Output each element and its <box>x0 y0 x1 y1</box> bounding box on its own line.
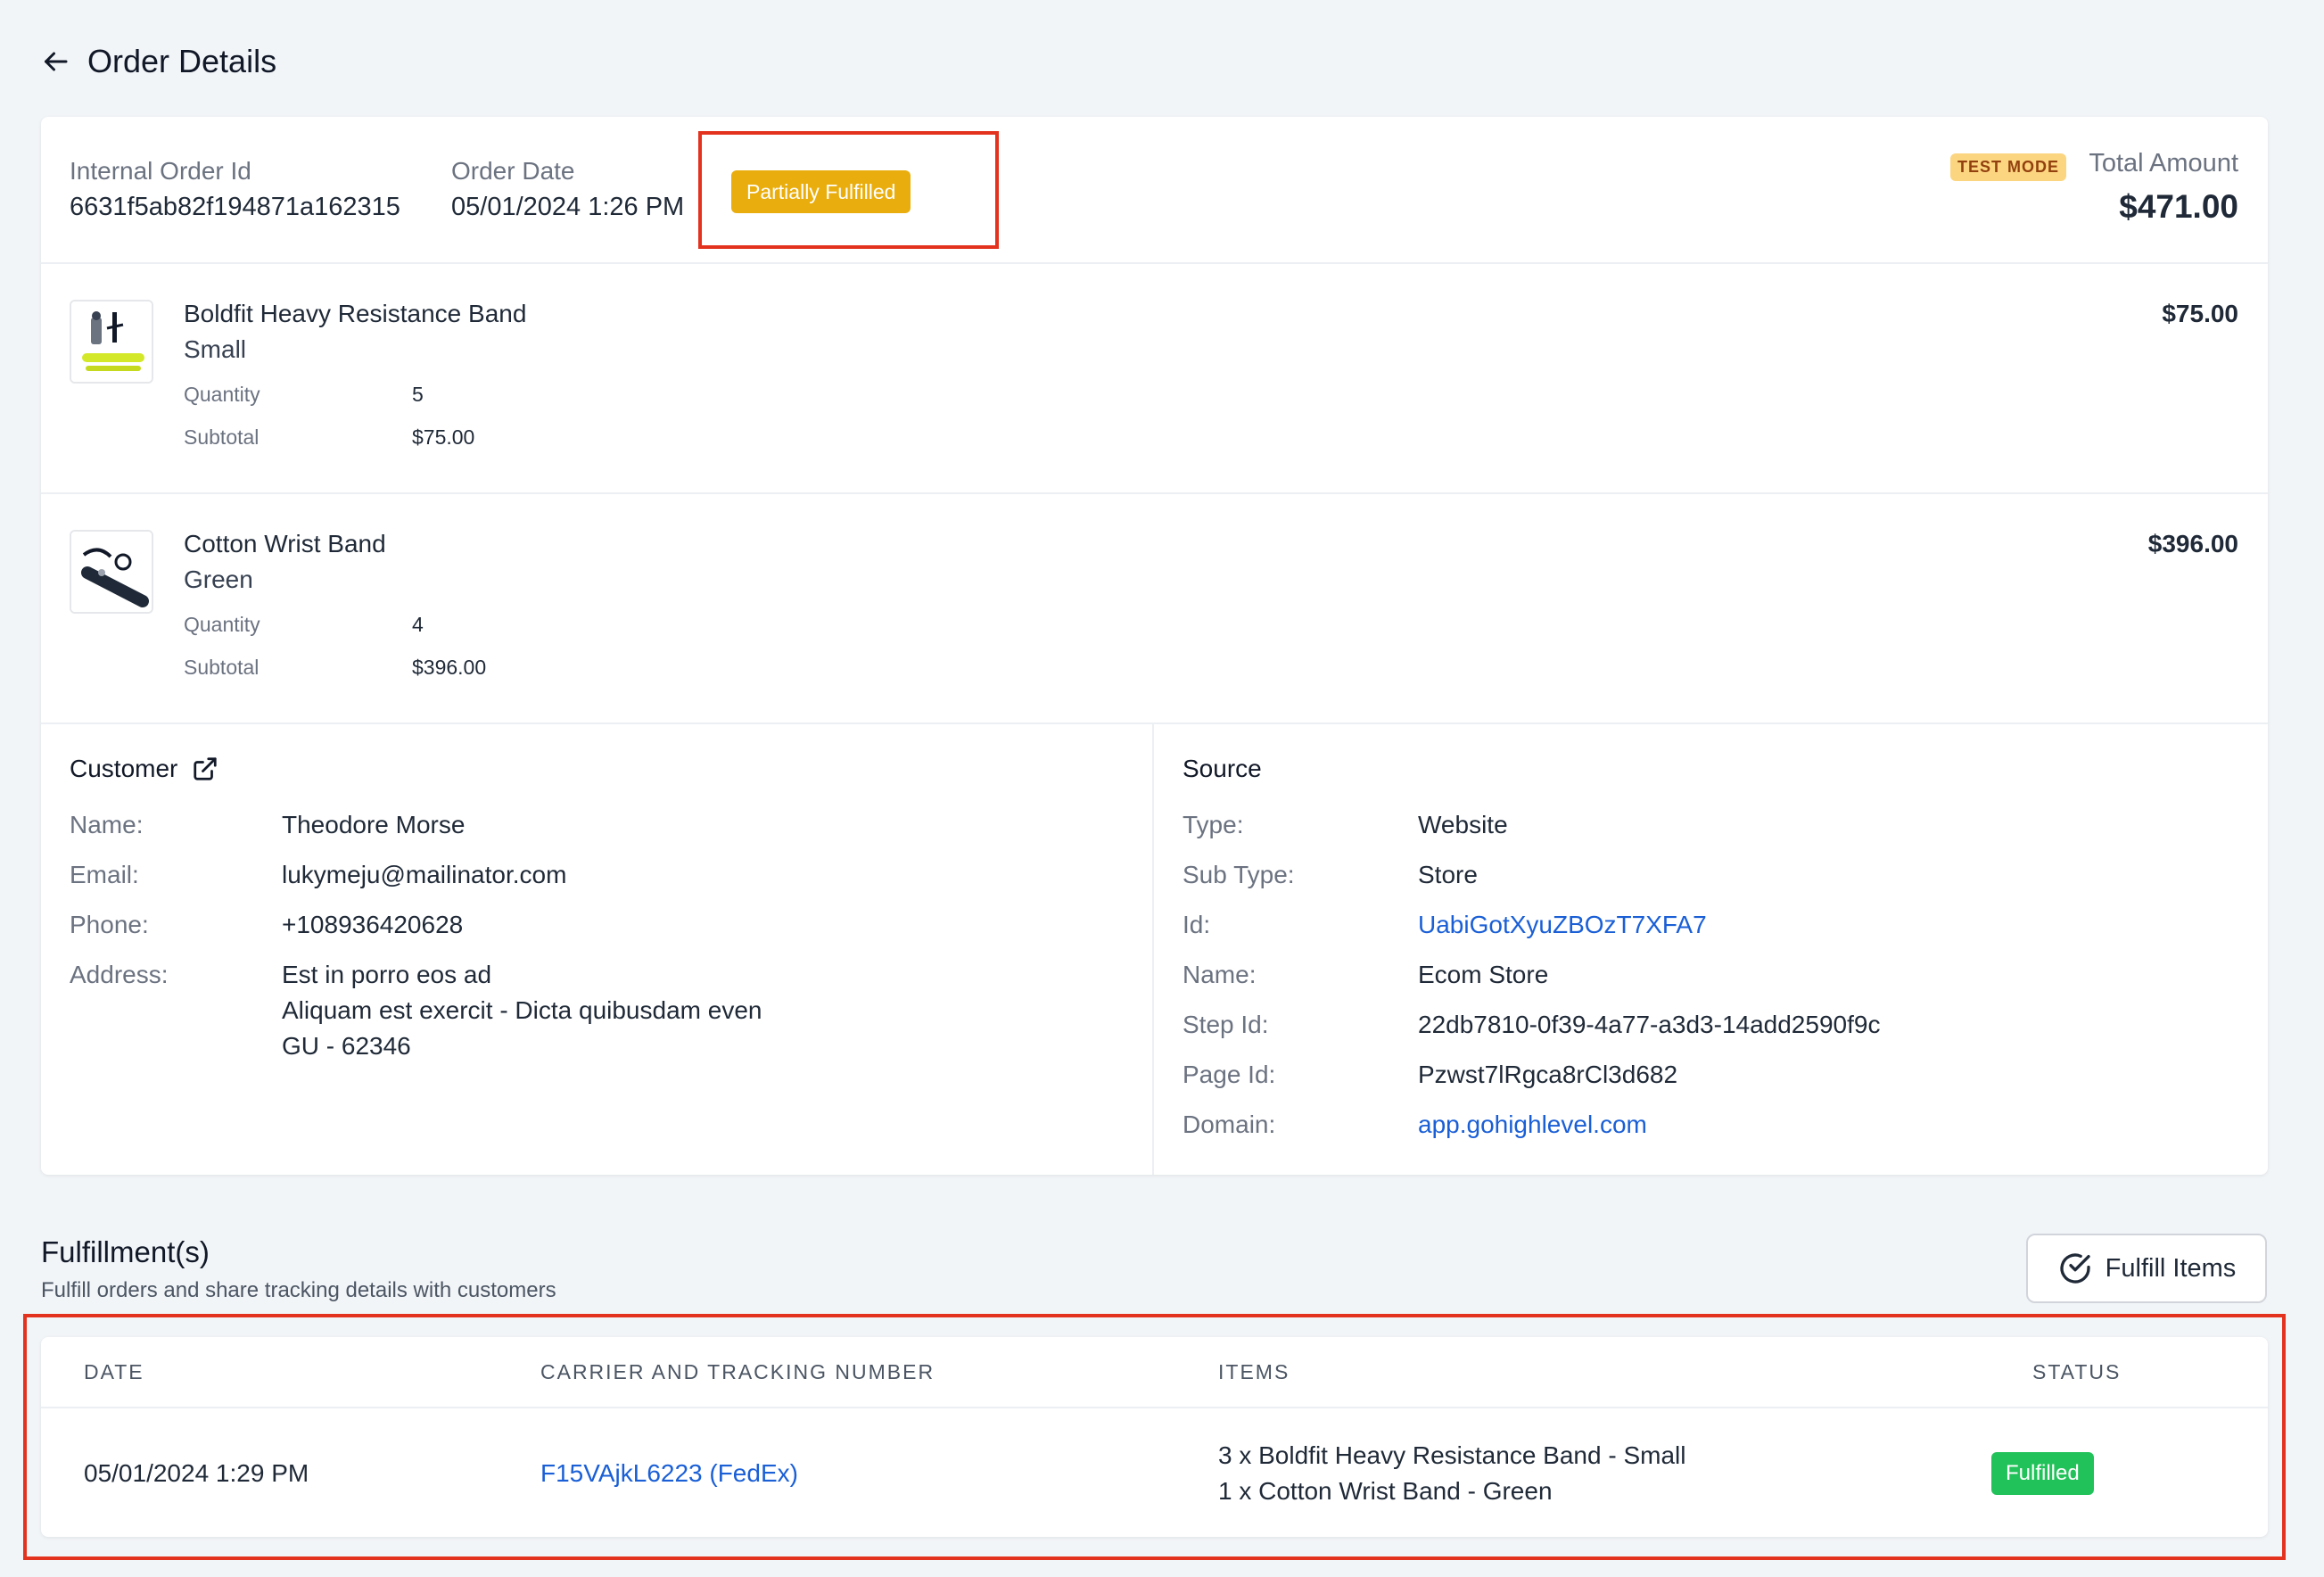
customer-email-label: Email: <box>70 861 139 888</box>
highlight-box <box>698 131 999 249</box>
source-page-id: Pzwst7lRgca8rCl3d682 <box>1418 1061 1678 1088</box>
source-name-label: Name: <box>1183 961 1257 988</box>
item-price: $75.00 <box>2162 300 2238 327</box>
address-line-1: Est in porro eos ad <box>282 961 492 988</box>
details-section: Customer Name: Theodore Morse Email: luk… <box>41 724 2268 1175</box>
item-subtotal: $396.00 <box>412 656 487 679</box>
order-date-label: Order Date <box>451 157 575 185</box>
customer-phone-label: Phone: <box>70 911 149 938</box>
fulfillments-subtitle: Fulfill orders and share tracking detail… <box>41 1278 556 1302</box>
source-id-label: Id: <box>1183 911 1211 938</box>
total-amount-label: Total Amount <box>2089 149 2238 178</box>
customer-phone: +108936420628 <box>282 911 464 938</box>
item-price: $396.00 <box>2147 530 2238 557</box>
customer-address-label: Address: <box>70 961 169 988</box>
address-line-2: Aliquam est exercit - Dicta quibusdam ev… <box>282 996 762 1024</box>
source-subtype: Store <box>1418 861 1478 888</box>
subtotal-label: Subtotal <box>184 425 260 449</box>
order-card: Internal Order Id 6631f5ab82f194871a1623… <box>41 117 2268 1175</box>
item-quantity: 4 <box>412 613 424 636</box>
order-date: 05/01/2024 1:26 PM <box>451 193 685 221</box>
external-link-icon[interactable] <box>192 755 218 782</box>
item-variant: Small <box>184 335 247 363</box>
customer-name: Theodore Morse <box>282 811 466 838</box>
divider <box>1152 724 1154 1175</box>
source-subtype-label: Sub Type: <box>1183 861 1295 888</box>
internal-order-id-label: Internal Order Id <box>70 157 251 185</box>
item-quantity: 5 <box>412 383 424 406</box>
arrow-left-icon[interactable] <box>39 45 71 78</box>
customer-name-label: Name: <box>70 811 144 838</box>
customer-title-text: Customer <box>70 755 178 782</box>
quantity-label: Quantity <box>184 383 260 406</box>
source-name: Ecom Store <box>1418 961 1549 988</box>
check-circle-icon <box>2060 1253 2090 1284</box>
fulfillments-title: Fulfillment(s) <box>41 1235 210 1268</box>
source-step-id: 22db7810-0f39-4a77-a3d3-14add2590f9c <box>1418 1011 1881 1038</box>
customer-email: lukymeju@mailinator.com <box>282 861 567 888</box>
order-item: Boldfit Heavy Resistance Band Small Quan… <box>41 264 2268 494</box>
product-thumbnail <box>70 300 153 384</box>
order-item: Cotton Wrist Band Green Quantity 4 Subto… <box>41 494 2268 724</box>
item-name: Cotton Wrist Band <box>184 530 386 557</box>
source-type-label: Type: <box>1183 811 1244 838</box>
wrist-band-image-icon <box>71 532 152 612</box>
fulfill-items-button[interactable]: Fulfill Items <box>2026 1234 2267 1303</box>
quantity-label: Quantity <box>184 613 260 636</box>
source-type: Website <box>1418 811 1508 838</box>
source-domain-link[interactable]: app.gohighlevel.com <box>1418 1111 1647 1139</box>
product-thumbnail <box>70 530 153 614</box>
highlight-box <box>23 1314 2286 1560</box>
page-title: Order Details <box>87 43 277 79</box>
source-domain-label: Domain: <box>1183 1111 1276 1138</box>
source-id-link[interactable]: UabiGotXyuZBOzT7XFA7 <box>1418 911 1707 939</box>
total-amount: $471.00 <box>2119 188 2238 225</box>
page-header: Order Details <box>39 43 276 80</box>
customer-title: Customer <box>70 755 218 783</box>
source-title: Source <box>1183 755 1262 782</box>
order-summary: Internal Order Id 6631f5ab82f194871a1623… <box>41 117 2268 264</box>
source-page-label: Page Id: <box>1183 1061 1276 1088</box>
resistance-band-image-icon <box>71 301 152 382</box>
item-subtotal: $75.00 <box>412 425 475 449</box>
item-variant: Green <box>184 566 253 593</box>
subtotal-label: Subtotal <box>184 656 260 679</box>
test-mode-badge: TEST MODE <box>1950 153 2067 181</box>
internal-order-id: 6631f5ab82f194871a162315 <box>70 193 400 221</box>
fulfill-items-label: Fulfill Items <box>2105 1253 2237 1283</box>
item-name: Boldfit Heavy Resistance Band <box>184 300 527 327</box>
address-line-3: GU - 62346 <box>282 1032 411 1060</box>
source-step-label: Step Id: <box>1183 1011 1269 1038</box>
